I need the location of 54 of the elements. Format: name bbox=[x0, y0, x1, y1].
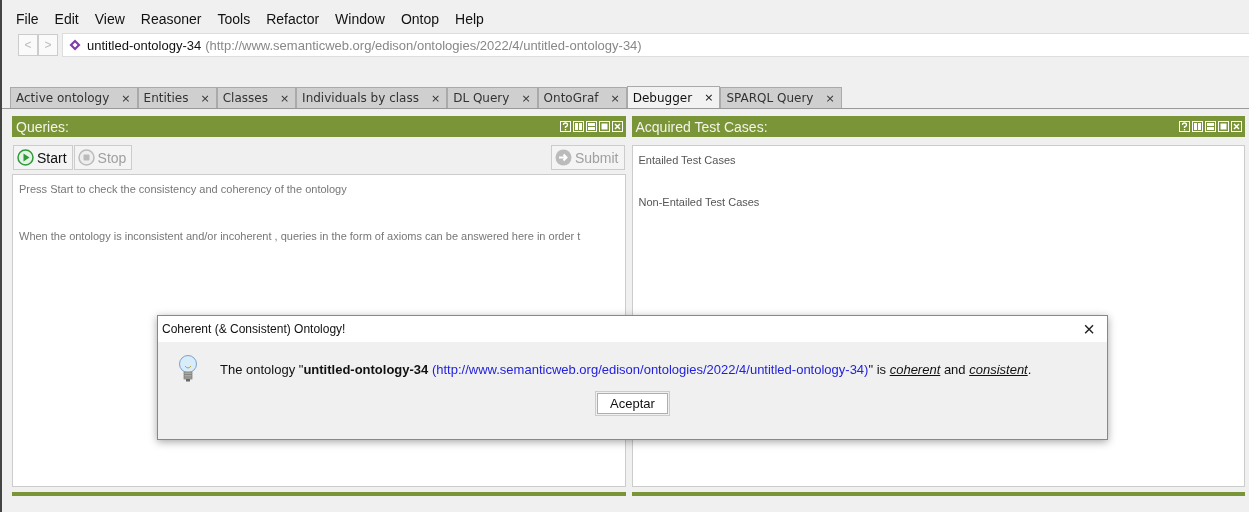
menu-item[interactable]: File bbox=[8, 11, 47, 26]
ontology-icon bbox=[69, 39, 81, 51]
tab[interactable]: SPARQL Query × bbox=[720, 87, 842, 108]
dialog-message: The ontology "untitled-ontology-34 (http://www.semanticweb.org/edison/ontologies/2022/4/untitled-ontology-34)" is coherent and consistent. bbox=[220, 361, 1032, 377]
maximize-icon[interactable] bbox=[1218, 121, 1229, 132]
close-tab-icon[interactable]: × bbox=[704, 91, 714, 104]
tab[interactable]: Debugger × bbox=[626, 86, 721, 108]
split-vertical-icon[interactable] bbox=[572, 121, 584, 132]
close-icon[interactable] bbox=[611, 121, 623, 132]
play-icon bbox=[17, 149, 34, 166]
close-tab-icon[interactable]: × bbox=[200, 91, 210, 105]
menu-item[interactable]: Tools bbox=[209, 11, 259, 26]
close-tab-icon[interactable]: × bbox=[121, 91, 131, 105]
tab[interactable]: Active ontology × bbox=[10, 87, 138, 108]
menu-item[interactable]: Ontop bbox=[392, 11, 448, 26]
menu-item[interactable]: Edit bbox=[46, 11, 87, 26]
lightbulb-icon bbox=[178, 354, 198, 384]
ontology-link[interactable]: (http://www.semanticweb.org/edison/ontologies/2022/4/untitled-ontology-34) bbox=[431, 361, 869, 377]
start-button[interactable]: Start bbox=[13, 145, 73, 170]
close-tab-icon[interactable]: × bbox=[521, 91, 531, 105]
maximize-icon[interactable] bbox=[598, 121, 610, 132]
panel-title: Acquired Test Cases: bbox=[635, 118, 768, 135]
close-tab-icon[interactable]: × bbox=[610, 91, 620, 105]
split-horizontal-icon[interactable] bbox=[1205, 121, 1216, 132]
split-horizontal-icon[interactable] bbox=[585, 121, 597, 132]
tab[interactable]: Entities × bbox=[137, 87, 217, 108]
tab[interactable]: DL Query × bbox=[447, 87, 538, 108]
stop-icon bbox=[77, 149, 95, 166]
close-tab-icon[interactable]: × bbox=[825, 91, 835, 105]
tab[interactable]: OntoGraf × bbox=[537, 87, 627, 108]
menu-item[interactable]: Refactor bbox=[258, 11, 328, 26]
menu-item[interactable]: Reasoner bbox=[132, 11, 210, 26]
section-label: Entailed Test Cases bbox=[638, 154, 737, 166]
dialog-title: Coherent (& Consistent) Ontology! bbox=[162, 322, 346, 336]
help-icon[interactable] bbox=[559, 121, 571, 132]
accept-button[interactable]: Aceptar bbox=[597, 393, 668, 414]
close-tab-icon[interactable]: × bbox=[279, 91, 290, 105]
tab[interactable]: Individuals by class × bbox=[296, 87, 448, 108]
ontology-name: untitled-ontology-34 bbox=[87, 37, 202, 53]
arrow-right-icon bbox=[554, 149, 572, 166]
info-text: Press Start to check the consistency and coherency of the ontology bbox=[19, 183, 348, 195]
menu-item[interactable]: Help bbox=[447, 11, 492, 26]
close-tab-icon[interactable]: × bbox=[430, 91, 441, 105]
info-text: When the ontology is inconsistent and/or incoherent , queries in the form of axioms can be answered here in order t bbox=[19, 230, 582, 242]
tab[interactable]: Classes × bbox=[216, 87, 297, 108]
ontology-iri: (http://www.semanticweb.org/edison/ontologies/2022/4/untitled-ontology-34) bbox=[205, 37, 642, 53]
menu-item[interactable]: View bbox=[86, 11, 133, 26]
panel-title: Queries: bbox=[16, 118, 69, 135]
help-icon[interactable] bbox=[1179, 121, 1190, 132]
split-vertical-icon[interactable] bbox=[1192, 121, 1203, 132]
section-label: Non-Entailed Test Cases bbox=[638, 196, 761, 208]
close-button[interactable]: × bbox=[1071, 316, 1107, 342]
menu-item[interactable]: Window bbox=[327, 11, 393, 26]
close-icon[interactable] bbox=[1231, 121, 1242, 132]
